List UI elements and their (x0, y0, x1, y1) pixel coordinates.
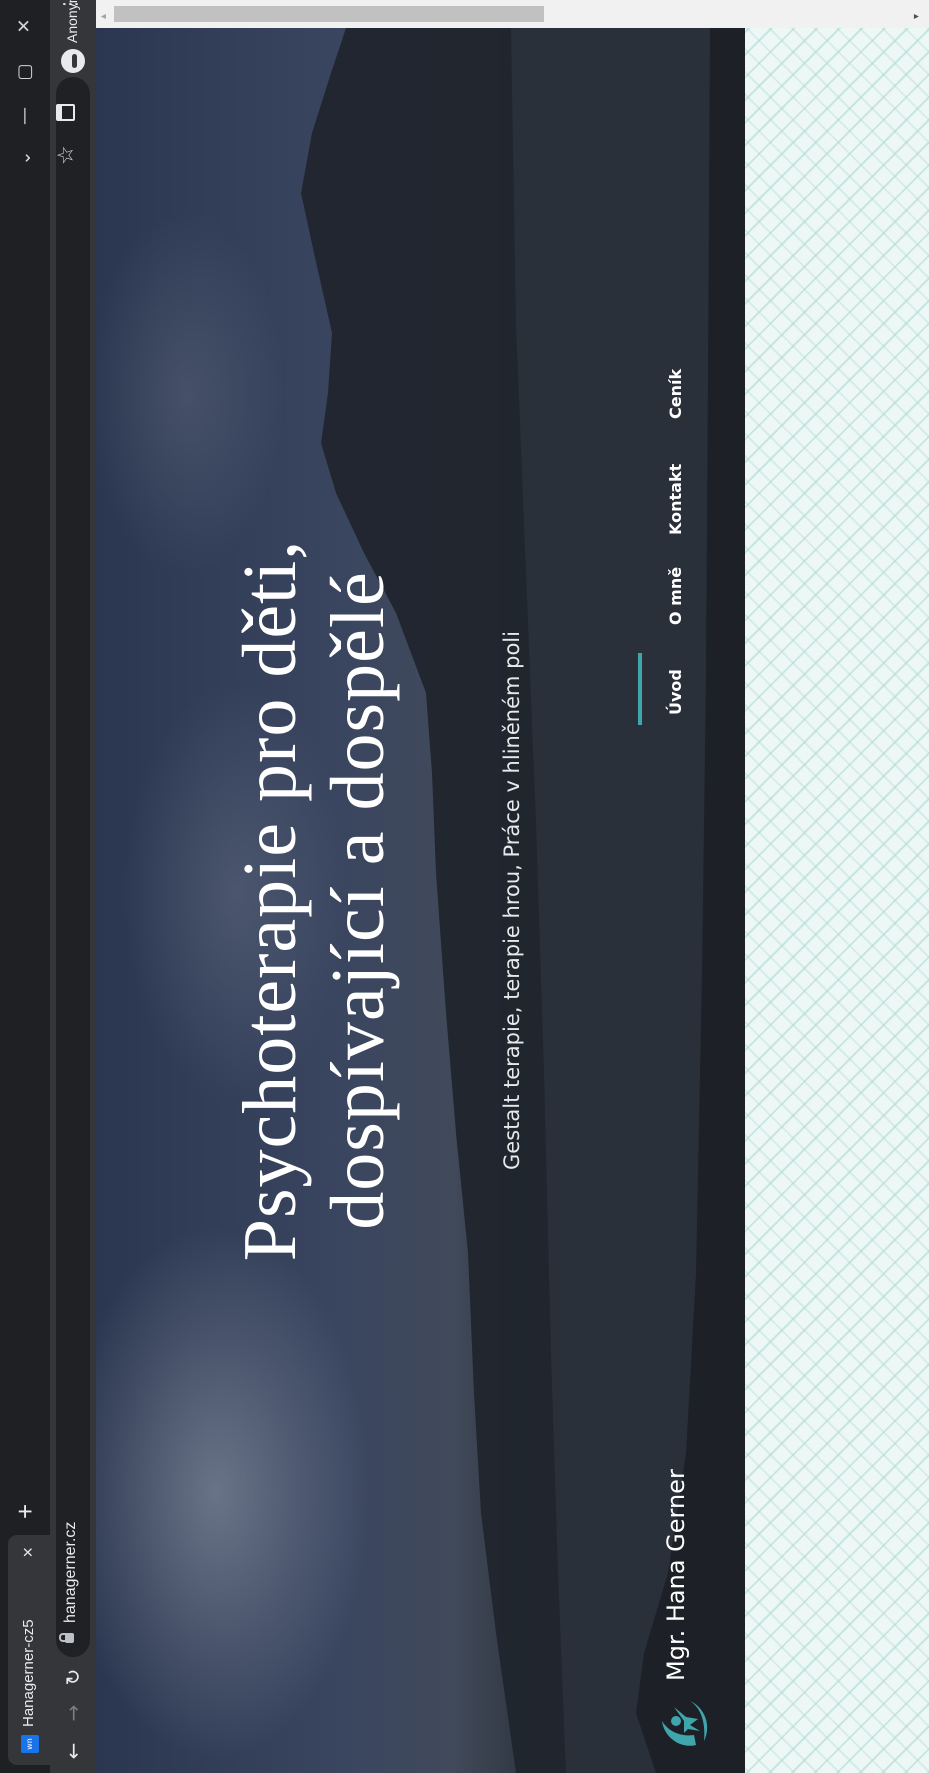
nav-link-o-mne[interactable]: O mně (666, 567, 685, 625)
close-window-button[interactable]: ✕ (8, 7, 42, 45)
hero-section: Psychoterapie pro děti, dospívající a do… (96, 28, 745, 1773)
incognito-icon[interactable] (61, 49, 85, 73)
brand-name[interactable]: Mgr. Hana Gerner (662, 1469, 690, 1681)
tab-title: Hanagerner-cz5 (20, 1619, 37, 1727)
nav-link-cenik[interactable]: Ceník (666, 369, 685, 419)
bookmark-star-icon[interactable]: ☆ (54, 145, 79, 165)
page-scrollbar[interactable]: ▴ ▾ (96, 0, 929, 28)
mountain-landscape-image (301, 28, 745, 1773)
back-button[interactable]: ← (57, 1735, 89, 1767)
page-viewport: Psychoterapie pro děti, dospívající a do… (96, 0, 929, 1773)
scroll-down-icon[interactable]: ▾ (911, 14, 923, 19)
scrollbar-thumb[interactable] (114, 6, 544, 22)
active-nav-indicator (638, 653, 642, 725)
close-tab-icon[interactable]: × (18, 1547, 38, 1558)
browser-menu-icon[interactable]: ⋮ (58, 0, 84, 13)
hero-title: Psychoterapie pro děti, dospívající a do… (226, 28, 402, 1773)
address-bar[interactable]: hanagerner.cz (56, 77, 90, 1657)
lock-icon[interactable] (65, 1633, 74, 1643)
brand-logo-icon[interactable] (654, 1695, 714, 1755)
side-panel-icon[interactable] (56, 104, 75, 121)
nav-link-kontakt[interactable]: Kontakt (666, 464, 685, 535)
site-favicon-icon: wn (21, 1735, 39, 1753)
scroll-up-icon[interactable]: ▴ (98, 14, 110, 19)
reload-button[interactable]: ↻ (57, 1661, 89, 1693)
new-tab-button[interactable]: + (10, 1504, 40, 1519)
hero-title-line-1: Psychoterapie pro děti, (228, 539, 312, 1262)
browser-tab[interactable]: wn Hanagerner-cz5 × (8, 1535, 50, 1765)
browser-toolbar: ← → ↻ hanagerner.cz ☆ Anonymní ⋮ (50, 0, 96, 1773)
minimize-button[interactable]: — (8, 97, 42, 135)
forward-button[interactable]: → (57, 1697, 89, 1729)
tab-search-icon[interactable]: ⌄ (8, 139, 42, 177)
hero-subtitle: Gestalt terapie, terapie hrou, Práce v h… (500, 631, 524, 1170)
hero-title-line-2: dospívající a dospělé (316, 571, 400, 1230)
nav-link-uvod[interactable]: Úvod (666, 669, 685, 715)
tab-strip: wn Hanagerner-cz5 × + ⌄ — ▢ ✕ (0, 0, 50, 1773)
url-text[interactable]: hanagerner.cz (62, 1522, 80, 1623)
restore-button[interactable]: ▢ (8, 53, 42, 91)
browser-window: wn Hanagerner-cz5 × + ⌄ — ▢ ✕ ← → ↻ hana… (0, 0, 929, 1773)
leaf-pattern-section (745, 28, 929, 1773)
